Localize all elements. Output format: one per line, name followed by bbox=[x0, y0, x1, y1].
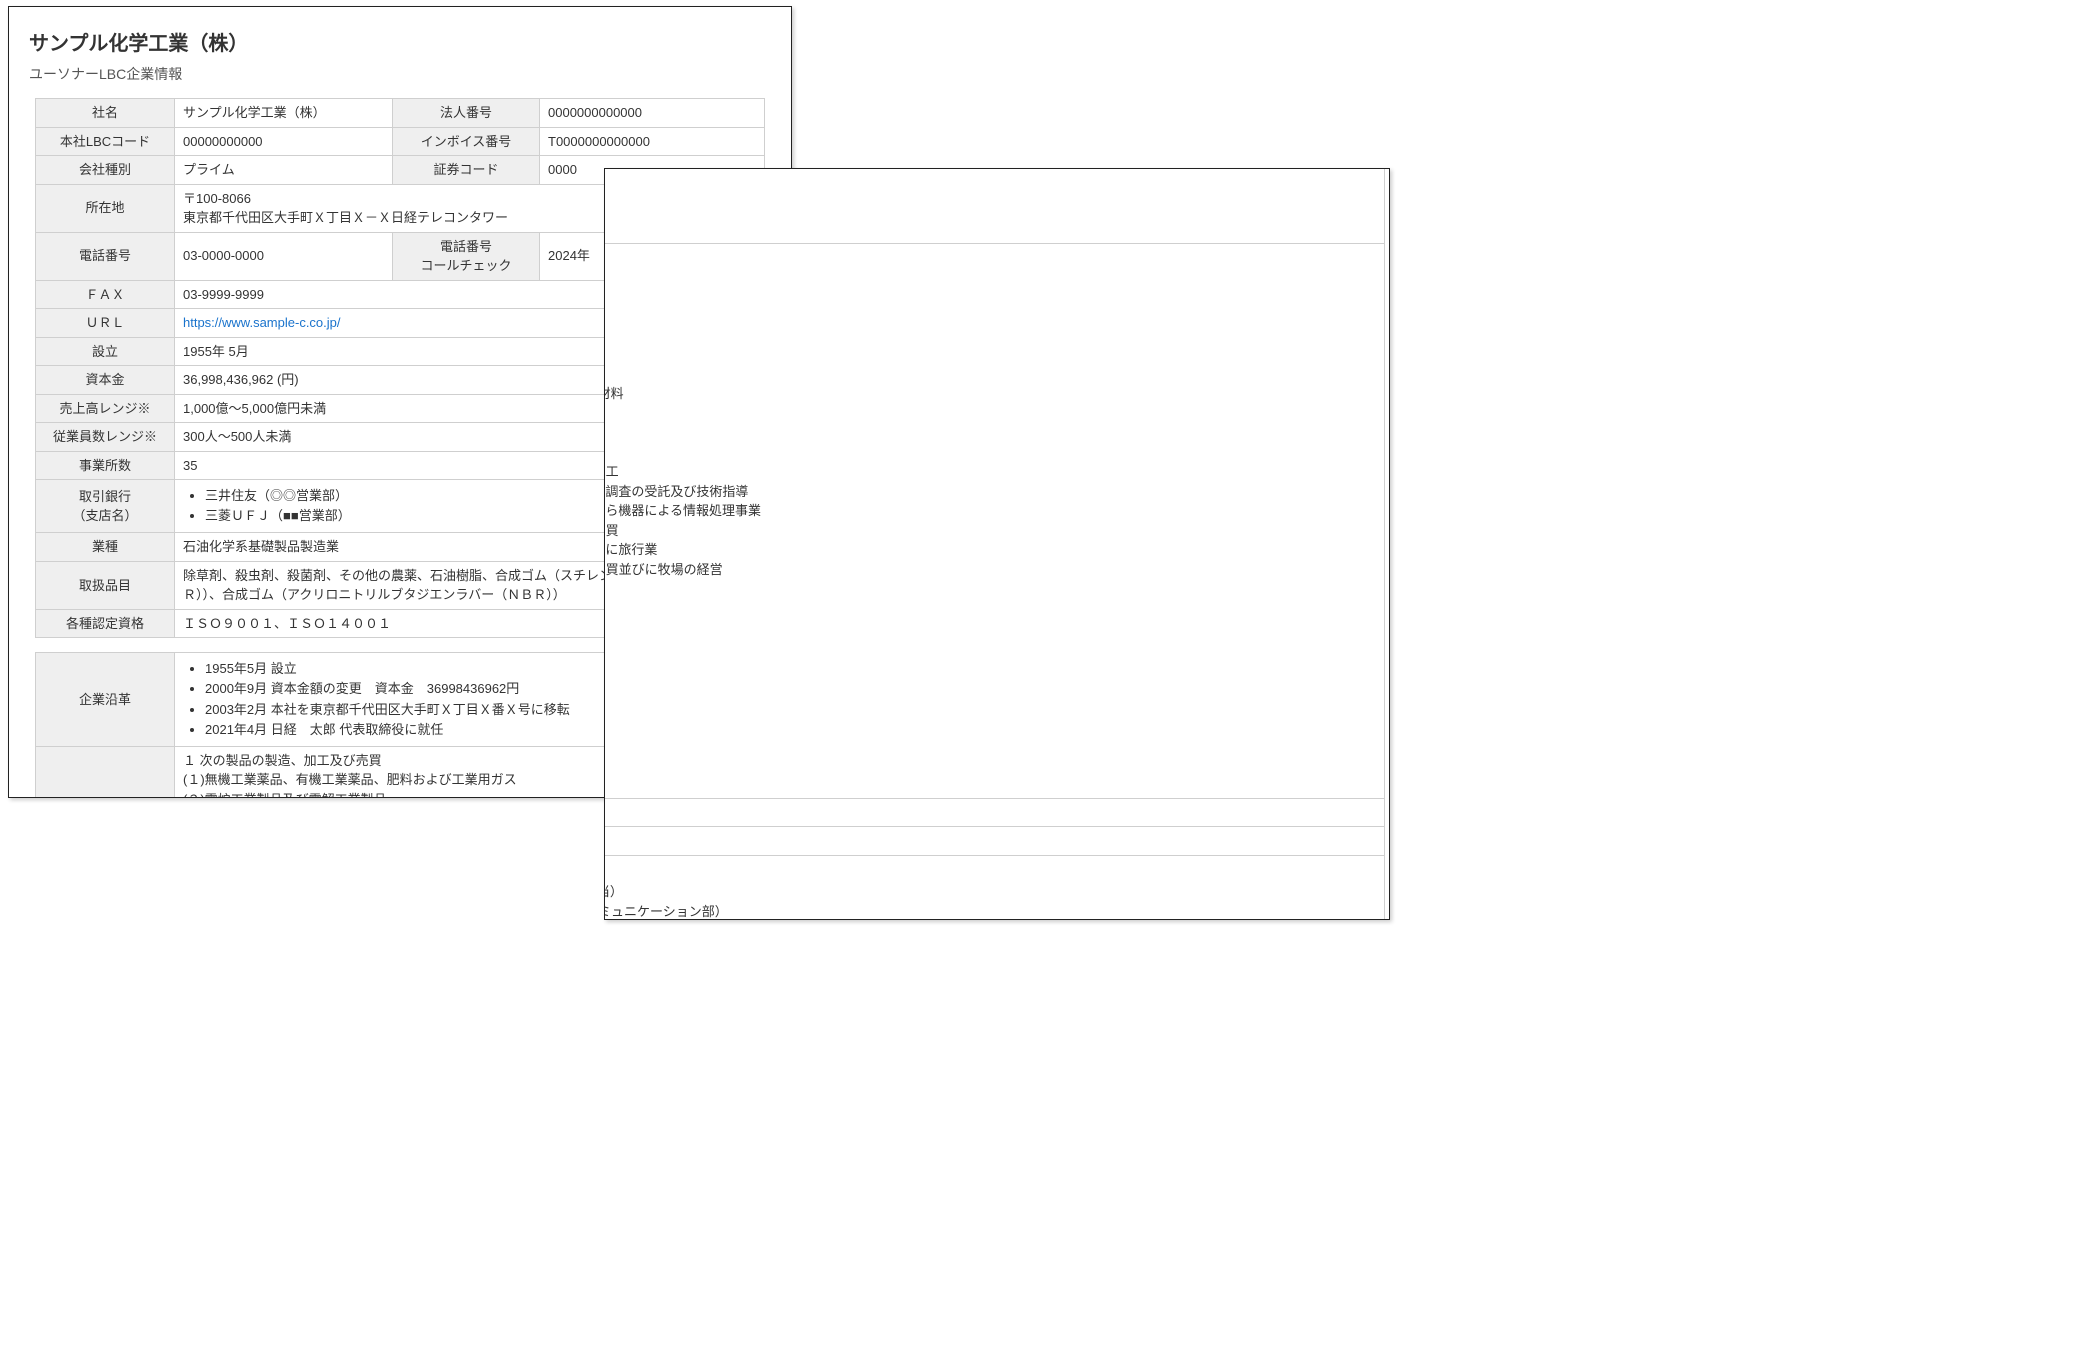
table-row: 代表役職 代表取締役社⻑兼社⻑執⾏役員 bbox=[604, 827, 1385, 856]
value-lbc-code: 00000000000 bbox=[175, 127, 393, 156]
label-phone: 電話番号 bbox=[36, 232, 175, 280]
purpose-line: ９ 農産物・林産物・⽔産物及び畜産物の栽培、養殖、飼育、加⼯及び売買並びに牧場の… bbox=[604, 560, 1376, 580]
list-item: ⽇経 ⼀郎（取締役会⻑） bbox=[604, 862, 1376, 882]
value-invoice-number: T0000000000000 bbox=[540, 127, 765, 156]
table-row: 本社LBCコード 00000000000 インボイス番号 T0000000000… bbox=[36, 127, 765, 156]
label-fax: ＦＡＸ bbox=[36, 280, 175, 309]
value-representative: ⽇経 太郎 bbox=[604, 798, 1385, 827]
company-url-link[interactable]: https://www.sample-c.co.jp/ bbox=[183, 315, 341, 330]
purpose-line: (４)医薬品・医薬部外品・化粧品・医療機器・試薬及び⾹料 bbox=[604, 326, 1376, 346]
purpose-line: １３ 有価証券の保有及び運⽤ bbox=[604, 638, 1376, 658]
label-capital: 資本金 bbox=[36, 366, 175, 395]
label-employees-range: 従業員数レンジ※ bbox=[36, 423, 175, 452]
label-sales-range: 売上高レンジ※ bbox=[36, 394, 175, 423]
history-purpose-table-right: 企業沿革 1955年5⽉ 設⽴ 2000年9⽉ 資本⾦額の変更 資本⾦ 3699… bbox=[604, 168, 1385, 920]
label-security-code: 証券コード bbox=[393, 156, 540, 185]
label-company-type: 会社種別 bbox=[36, 156, 175, 185]
list-item: 1955年5⽉ 設⽴ bbox=[604, 168, 1376, 176]
label-phone-check: 電話番号コールチェック bbox=[393, 232, 540, 280]
list-item: ⼤森 誠⼆（取締役 ⼈財戦略担当 経営企画部、コーポレートコミュニケーション部） bbox=[604, 902, 1376, 920]
purpose-line: ６ 電⼦計算機及びその周辺機器の設計、製作、売買及び賃貸並びにこれら機器による情… bbox=[604, 501, 1376, 521]
purpose-line: １１ 不動産の売買、賃借、管理及び仲介 bbox=[604, 599, 1376, 619]
label-purpose-left bbox=[36, 746, 175, 798]
purpose-line: (３)合成樹脂・合成ゴム・⼯業薬品及びその他の化学⼯業製品 bbox=[604, 306, 1376, 326]
table-row: 代表者 ⽇経 太郎 bbox=[604, 798, 1385, 827]
header-area: サンプル化学工業（株） ユーソナーLBC企業情報 bbox=[9, 7, 791, 84]
purpose-line: １４ 損害保険代理業及び⽣命保険の募集に関する業務 bbox=[604, 657, 1376, 677]
label-banks: 取引銀行（支店名） bbox=[36, 480, 175, 533]
value-company-name: サンプル化学工業（株） bbox=[175, 99, 393, 128]
purpose-line: ３ ⾃家⽤電⼒事業及び電気供給事業 bbox=[604, 443, 1376, 463]
list-item: 2003年2⽉ 本社を東京都千代⽥区⼤⼿町Ｘ丁⽬Ｘ番Ｘ号に移転 bbox=[604, 196, 1376, 216]
label-founded: 設立 bbox=[36, 337, 175, 366]
purpose-line: ２ ⽯灰⽯その他の鉱物の採掘、加⼯及び売買 bbox=[604, 423, 1376, 443]
purpose-line: １７ 経営上必要と認める事業に対する投資 bbox=[604, 755, 1376, 775]
purpose-line: (５)セメントその他の⼟⽊建築材料 bbox=[604, 345, 1376, 365]
label-corp-number: 法人番号 bbox=[393, 99, 540, 128]
company-title: サンプル化学工業（株） bbox=[29, 27, 771, 56]
table-row: 目的 １ 次の製品の製造、加⼯及び売買(１)無機⼯業薬品、有機⼯業薬品、肥料およ… bbox=[604, 243, 1385, 798]
label-products: 取扱品目 bbox=[36, 561, 175, 609]
right-panel: 企業沿革 1955年5⽉ 設⽴ 2000年9⽉ 資本⾦額の変更 資本⾦ 3699… bbox=[604, 168, 1390, 920]
purpose-line: (６)セラミックス bbox=[604, 365, 1376, 385]
label-invoice-number: インボイス番号 bbox=[393, 127, 540, 156]
table-row: 企業沿革 1955年5⽉ 設⽴ 2000年9⽉ 資本⾦額の変更 資本⾦ 3699… bbox=[604, 168, 1385, 243]
table-row: 役員情報 ⽇経 ⼀郎（取締役会⻑）品川 明夫（代表取締役 技術統括 ＣＴＯ コン… bbox=[604, 855, 1385, 920]
purpose-line: (８)⾷品添加物及び飼料・飼料添加物 bbox=[604, 404, 1376, 424]
value-company-type: プライム bbox=[175, 156, 393, 185]
label-lbc-code: 本社LBCコード bbox=[36, 127, 175, 156]
label-url: ＵＲＬ bbox=[36, 309, 175, 338]
purpose-line: (２)研究、開発、調査の受託、技術の供与及びコンサルティング bbox=[604, 735, 1376, 755]
purpose-line: (１)無機⼯業薬品、有機⼯業薬品、肥料および⼯業⽤ガス bbox=[604, 267, 1376, 287]
label-certifications: 各種認定資格 bbox=[36, 609, 175, 638]
purpose-line: ４ ⼟⽊建築⼯事・機械設備⼯事及び電気計装⼯事の設計、監理並びに施⼯ bbox=[604, 462, 1376, 482]
purpose-line: １５ 労働者派遣事業 bbox=[604, 677, 1376, 697]
purpose-line: ７ 産業廃棄物及び⼀般廃棄物の収集、運搬、処理、再⽣及び再⽣品の売買 bbox=[604, 521, 1376, 541]
purpose-line: １８ 前各号に関連する⼀切の事業 bbox=[604, 774, 1376, 794]
list-item: 2021年4⽉ ⽇経 太郎 代表取締役に就任 bbox=[604, 216, 1376, 236]
label-address: 所在地 bbox=[36, 184, 175, 232]
officers-list: ⽇経 ⼀郎（取締役会⻑）品川 明夫（代表取締役 技術統括 ＣＴＯ コンプライアン… bbox=[604, 862, 1376, 920]
purpose-line: (２)電炉⼯業製品及び電解⼯業製品 bbox=[604, 287, 1376, 307]
purpose-line: (７)耐⽕材料・研磨材料・電⼦機器⽤材料・電池材料及び原⼦⼒⼯業⽤材料 bbox=[604, 384, 1376, 404]
value-phone: 03-0000-0000 bbox=[175, 232, 393, 280]
table-row: 社名 サンプル化学工業（株） 法人番号 0000000000000 bbox=[36, 99, 765, 128]
purpose-line: １２ 倉庫業、運送事業及び運送取扱事業 bbox=[604, 618, 1376, 638]
value-corp-number: 0000000000000 bbox=[540, 99, 765, 128]
purpose-line: １ 次の製品の製造、加⼯及び売買 bbox=[604, 248, 1376, 268]
subtitle: ユーソナーLBC企業情報 bbox=[29, 64, 771, 84]
history-list-r: 1955年5⽉ 設⽴ 2000年9⽉ 資本⾦額の変更 資本⾦ 369984369… bbox=[604, 168, 1376, 237]
purpose-line: ８ 観光施設・スポーツ施設等の娯楽施設・宿泊施設の経営及び賃借並びに旅⾏業 bbox=[604, 540, 1376, 560]
value-rep-title: 代表取締役社⻑兼社⻑執⾏役員 bbox=[604, 827, 1385, 856]
label-industry: 業種 bbox=[36, 533, 175, 562]
purpose-line: １６ 前各号に関連する次の業務 bbox=[604, 696, 1376, 716]
label-offices: 事業所数 bbox=[36, 451, 175, 480]
right-inner-content: 企業沿革 1955年5⽉ 設⽴ 2000年9⽉ 資本⾦額の変更 資本⾦ 3699… bbox=[604, 168, 1390, 920]
purpose-line: (１)設備等の設計、製作、施⼯、売買、賃貸及び技術指導 bbox=[604, 716, 1376, 736]
purpose-line: ５ 化学分析その他各種分析、解析、試験及び検査並びにこれらに関する調査の受託及び… bbox=[604, 482, 1376, 502]
purpose-line: １０ 園芸及び緑化・造園業 bbox=[604, 579, 1376, 599]
list-item: 2000年9⽉ 資本⾦額の変更 資本⾦ 36998436962円 bbox=[604, 176, 1376, 196]
list-item: 品川 明夫（代表取締役 技術統括 ＣＴＯ コンプライアンス担当） bbox=[604, 882, 1376, 902]
value-purpose: １ 次の製品の製造、加⼯及び売買(１)無機⼯業薬品、有機⼯業薬品、肥料および⼯業… bbox=[604, 243, 1385, 798]
value-history-r: 1955年5⽉ 設⽴ 2000年9⽉ 資本⾦額の変更 資本⾦ 369984369… bbox=[604, 168, 1385, 243]
label-history: 企業沿革 bbox=[36, 653, 175, 747]
label-company-name: 社名 bbox=[36, 99, 175, 128]
value-officers: ⽇経 ⼀郎（取締役会⻑）品川 明夫（代表取締役 技術統括 ＣＴＯ コンプライアン… bbox=[604, 855, 1385, 920]
